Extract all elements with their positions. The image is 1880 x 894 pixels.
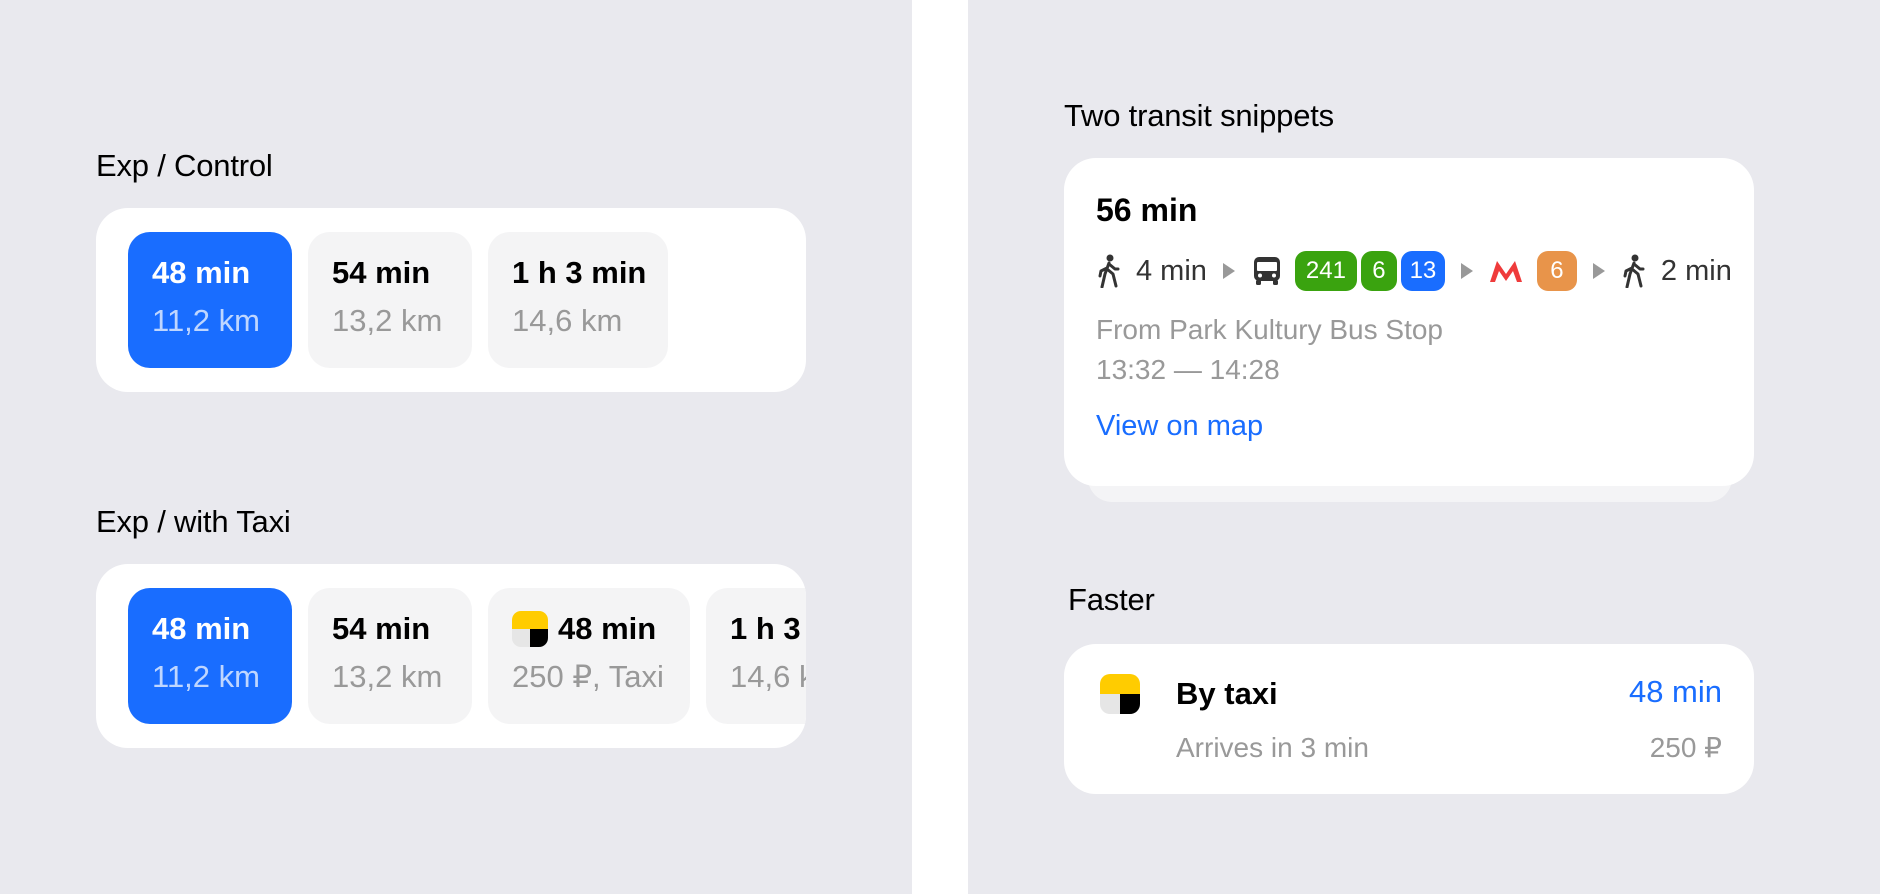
walk-duration: 4 min xyxy=(1136,254,1207,287)
bus-route-badge: 6 xyxy=(1360,251,1397,291)
taxi-icon xyxy=(1100,674,1140,714)
route-price: 250 ₽, Taxi xyxy=(512,659,664,694)
route-time: 48 min xyxy=(152,255,251,290)
route-time: 48 min xyxy=(152,611,251,646)
route-chip[interactable]: 48 min 11,2 km xyxy=(128,232,292,368)
route-chip[interactable]: 54 min 13,2 km xyxy=(308,588,472,724)
step-arrow-icon xyxy=(1460,263,1473,279)
transit-route-steps: 4 min 241 6 13 6 2 min xyxy=(1096,246,1732,296)
taxi-trip-time: 48 min xyxy=(1628,674,1722,709)
route-time: 1 h 3 min xyxy=(512,255,647,290)
step-arrow-icon xyxy=(1222,263,1235,279)
route-options-control: 48 min 11,2 km 54 min 13,2 km 1 h 3 min … xyxy=(96,208,806,392)
route-chip-taxi[interactable]: 48 min 250 ₽, Taxi xyxy=(488,588,690,724)
bus-route-badge: 241 xyxy=(1294,251,1357,291)
route-time: 54 min xyxy=(332,255,431,290)
route-distance: 13,2 km xyxy=(332,303,443,338)
route-chip[interactable]: 54 min 13,2 km xyxy=(308,232,472,368)
transit-snippet-card[interactable]: 56 min 4 min 241 6 13 6 2 min From Park … xyxy=(1064,158,1754,486)
bus-route-badge: 13 xyxy=(1400,251,1445,291)
transit-duration: 56 min xyxy=(1096,192,1198,228)
taxi-price: 250 ₽ xyxy=(1649,732,1722,763)
route-time: 54 min xyxy=(332,611,431,646)
route-chip[interactable]: 48 min 11,2 km xyxy=(128,588,292,724)
section-title-faster: Faster xyxy=(1068,582,1155,617)
walk-icon xyxy=(1621,254,1647,288)
step-arrow-icon xyxy=(1592,263,1605,279)
route-chip[interactable]: 1 h 3 min 14,6 km xyxy=(706,588,806,724)
route-distance: 14,6 km xyxy=(730,659,806,694)
section-title-taxi: Exp / with Taxi xyxy=(96,504,291,539)
route-distance: 11,2 km xyxy=(152,659,260,694)
metro-icon xyxy=(1489,259,1523,283)
section-title-transit: Two transit snippets xyxy=(1064,98,1334,133)
route-time: 1 h 3 min xyxy=(730,611,806,646)
view-on-map-link[interactable]: View on map xyxy=(1096,406,1263,446)
departure-arrival-time: 13:32 — 14:28 xyxy=(1096,354,1280,385)
taxi-mode-label: By taxi xyxy=(1176,676,1278,711)
taxi-eta: Arrives in 3 min xyxy=(1176,732,1369,763)
route-time: 48 min xyxy=(558,611,657,646)
metro-line-badge: 6 xyxy=(1536,251,1577,291)
bus-icon xyxy=(1251,255,1283,287)
route-options-taxi: 48 min 11,2 km 54 min 13,2 km 48 min 250… xyxy=(96,564,806,748)
route-distance: 13,2 km xyxy=(332,659,443,694)
section-title-control: Exp / Control xyxy=(96,148,273,183)
route-distance: 14,6 km xyxy=(512,303,623,338)
taxi-icon xyxy=(512,611,548,647)
walk-duration: 2 min xyxy=(1660,254,1732,287)
route-distance: 11,2 km xyxy=(152,303,260,338)
walk-icon xyxy=(1096,254,1122,288)
route-chip[interactable]: 1 h 3 min 14,6 km xyxy=(488,232,668,368)
departure-stop: From Park Kultury Bus Stop xyxy=(1096,314,1444,345)
left-panel: Exp / Control 48 min 11,2 km 54 min 13,2… xyxy=(0,0,912,894)
faster-taxi-card[interactable]: By taxi Arrives in 3 min 48 min 250 ₽ xyxy=(1064,644,1754,794)
